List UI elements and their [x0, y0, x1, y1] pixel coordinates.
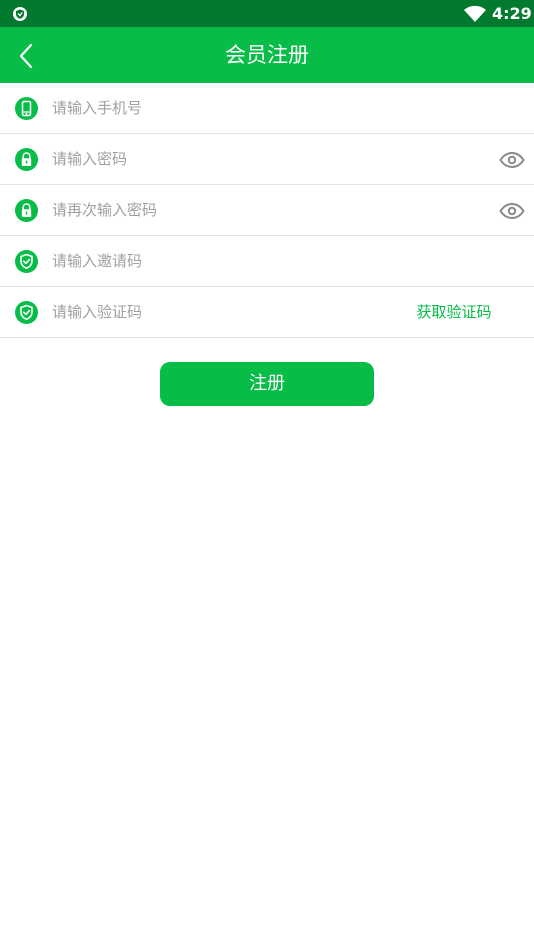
invite-code-input[interactable]: [52, 246, 412, 276]
page-title: 会员注册: [225, 43, 309, 67]
register-button[interactable]: 注册: [160, 362, 374, 406]
password-input[interactable]: [52, 144, 412, 174]
lock-icon: [15, 199, 38, 222]
password-row: [0, 134, 534, 185]
status-time: 4:29: [492, 4, 532, 23]
verify-code-input[interactable]: [52, 297, 392, 327]
eye-icon[interactable]: [499, 152, 525, 168]
status-bar: 4:29: [0, 0, 534, 27]
confirm-password-input[interactable]: [52, 195, 412, 225]
wifi-icon: [464, 5, 486, 22]
phone-row: [0, 83, 534, 134]
shield-icon: [13, 7, 27, 21]
eye-icon[interactable]: [499, 203, 525, 219]
invite-code-row: [0, 236, 534, 287]
confirm-password-row: [0, 185, 534, 236]
get-verify-code-button[interactable]: 获取验证码: [408, 299, 500, 325]
phone-icon: [15, 97, 38, 120]
phone-input[interactable]: [52, 93, 412, 123]
register-form: 获取验证码: [0, 83, 534, 338]
verify-code-row: 获取验证码: [0, 287, 534, 338]
shield-check-icon: [15, 301, 38, 324]
app-bar: 会员注册: [0, 27, 534, 83]
lock-icon: [15, 148, 38, 171]
shield-check-icon: [15, 250, 38, 273]
